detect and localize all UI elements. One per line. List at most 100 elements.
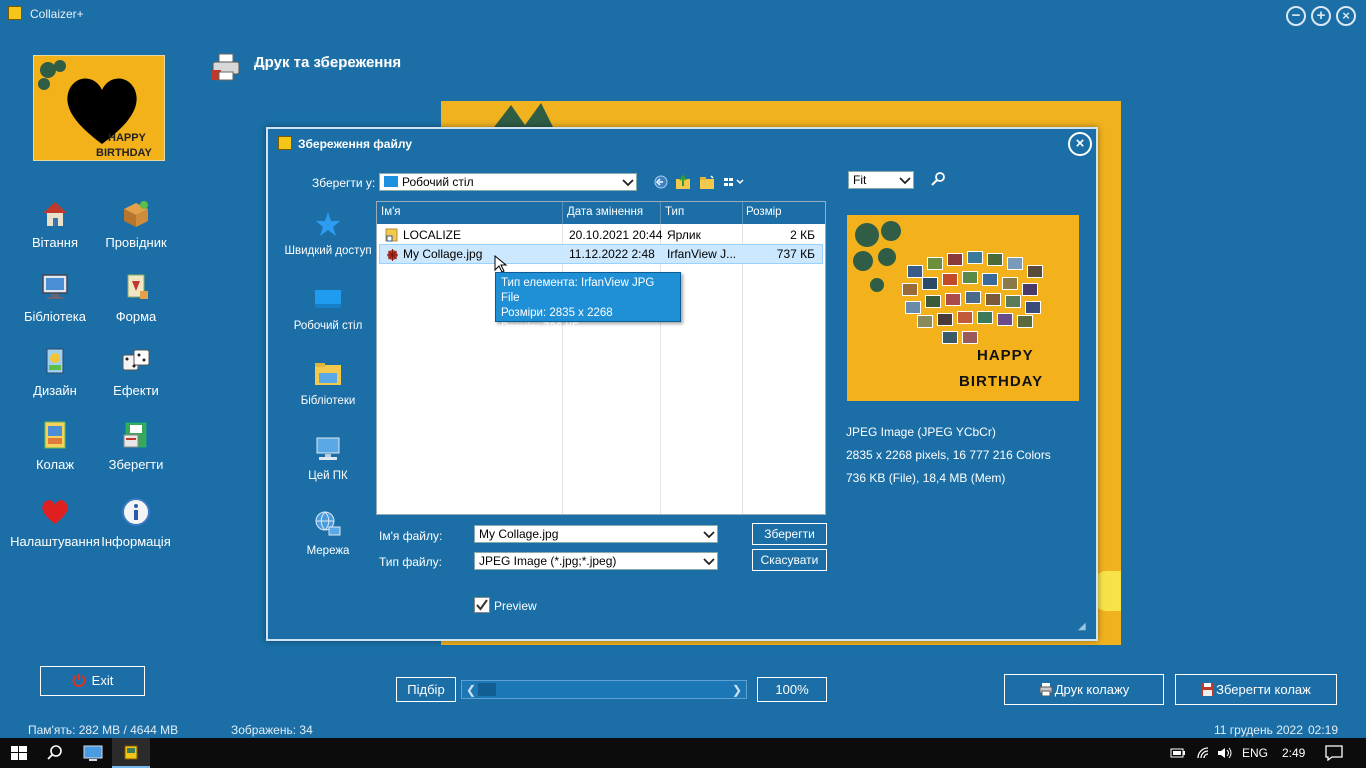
photo-tile [937,313,953,326]
file-row-my-collage[interactable]: My Collage.jpg 11.12.2022 2:48 IrfanView… [379,244,823,264]
view-menu-icon[interactable] [722,174,746,190]
place-quick-access[interactable]: Швидкий доступ [276,209,380,257]
place-network[interactable]: Мережа [276,509,380,557]
column-header-size[interactable]: Розмір [746,206,782,218]
place-libraries[interactable]: Бібліотеки [276,359,380,407]
file-row-localize[interactable]: LOCALIZE 20.10.2021 20:44 Ярлик 2 КБ [379,225,823,245]
nav-save-label: Зберегти [108,457,164,472]
windows-icon [11,746,27,760]
back-icon[interactable] [652,174,670,190]
save-collage-button[interactable]: Зберегти колаж [1175,674,1337,705]
new-folder-icon[interactable] [698,174,716,190]
chevron-down-icon [703,531,715,539]
collage-thumbnail[interactable]: HAPPY BIRTHDAY [33,55,165,161]
notification-icon[interactable] [1325,745,1343,761]
file-list[interactable]: Ім'я Дата змінення Тип Розмір LOCALIZE 2… [376,201,826,515]
close-icon[interactable]: × [1336,6,1356,26]
file-name: My Collage.jpg [403,247,483,261]
print-collage-button[interactable]: Друк колажу [1004,674,1164,705]
save-in-dropdown[interactable]: Робочий стіл [379,173,637,191]
computer-icon [316,437,340,460]
network-icon [315,511,341,536]
chevron-left-icon[interactable]: ❮ [466,683,476,697]
battery-icon[interactable] [1170,746,1186,760]
search-button[interactable] [36,738,74,768]
nav-library[interactable]: Бібліотека [10,271,100,324]
photo-tile [967,251,983,264]
taskbar: ENG 2:49 [0,738,1366,768]
app-title: Collaizer+ [30,7,84,21]
chevron-down-icon [703,558,715,566]
nav-effects[interactable]: Ефекти [91,345,181,398]
resize-grip-icon[interactable]: ◢ [1078,621,1090,633]
column-header-date[interactable]: Дата змінення [567,206,643,218]
wifi-icon[interactable] [1196,746,1210,760]
dialog-cancel-button[interactable]: Скасувати [752,549,827,571]
place-this-pc[interactable]: Цей ПК [276,434,380,482]
preview-text-birthday: BIRTHDAY [959,373,1044,390]
floppy-icon [1201,683,1215,696]
file-size: 737 КБ [776,247,815,261]
filename-input[interactable]: My Collage.jpg [474,525,718,543]
image-info-size: 736 KB (File), 18,4 MB (Mem) [846,471,1006,485]
dialog-close-icon[interactable]: × [1068,132,1092,156]
photo-tile [917,315,933,328]
volume-icon[interactable] [1217,746,1233,760]
shape-icon [127,274,148,299]
zoom-slider[interactable]: ❮ ❯ [461,680,747,699]
status-time: 02:19 [1308,723,1339,737]
zoom-percent-display[interactable]: 100% [757,677,827,702]
maximize-icon[interactable]: + [1311,6,1331,26]
shortcut-file-icon [385,228,398,242]
language-indicator[interactable]: ENG [1242,746,1268,760]
minimize-icon[interactable]: − [1286,6,1306,26]
checkmark-icon [476,599,488,611]
preview-text-happy: HAPPY [977,347,1034,364]
nav-explorer[interactable]: Провідник [91,197,181,250]
nav-collage[interactable]: Колаж [10,419,100,472]
memory-status: Пам'ять: 282 MB / 4644 MB [28,723,179,737]
column-header-type[interactable]: Тип [665,206,684,218]
collaizer-app-icon [124,745,138,760]
taskbar-clock[interactable]: 2:49 [1282,746,1305,760]
nav-welcome[interactable]: Вітання [10,197,100,250]
app-icon [8,6,22,20]
nav-shape[interactable]: Форма [91,271,181,324]
up-folder-icon[interactable] [674,174,692,190]
photo-tile [962,271,978,284]
desktop-icon [315,290,341,308]
photo-tile [942,331,958,344]
place-desktop[interactable]: Робочий стіл [276,284,380,332]
fit-button[interactable]: Підбір [396,677,456,702]
column-header-name[interactable]: Ім'я [381,206,401,218]
printer-small-icon [1039,683,1053,697]
nav-library-label: Бібліотека [24,309,86,324]
dialog-save-button[interactable]: Зберегти [752,523,827,545]
taskbar-app-monitor[interactable] [74,738,112,768]
filename-value: My Collage.jpg [479,527,559,541]
photo-tile [925,295,941,308]
zoom-dropdown[interactable]: Fit [848,171,914,189]
magnifier-icon[interactable] [930,171,946,187]
save-file-dialog: Збереження файлу × Зберегти у: Робочий с… [266,127,1098,641]
start-button[interactable] [0,738,38,768]
zoom-slider-thumb[interactable] [478,683,496,696]
home-icon [43,202,67,226]
chevron-right-icon[interactable]: ❯ [732,683,742,697]
preview-checkbox[interactable] [474,597,490,613]
nav-shape-label: Форма [115,309,157,324]
nav-welcome-label: Вітання [32,235,78,250]
photo-tile [965,291,981,304]
filetype-dropdown[interactable]: JPEG Image (*.jpg;*.jpeg) [474,552,718,570]
save-in-value: Робочий стіл [402,175,474,189]
photo-tile [1002,277,1018,290]
taskbar-app-collaizer[interactable] [112,738,150,768]
box-icon [124,201,148,227]
exit-button[interactable]: Exit [40,666,145,696]
nav-settings[interactable]: Налаштування [10,496,100,549]
preview-checkbox-label: Preview [494,599,537,613]
nav-design[interactable]: Дизайн [10,345,100,398]
photo-tile [1027,265,1043,278]
nav-info[interactable]: Інформація [91,496,181,549]
nav-save[interactable]: Зберегти [91,419,181,472]
